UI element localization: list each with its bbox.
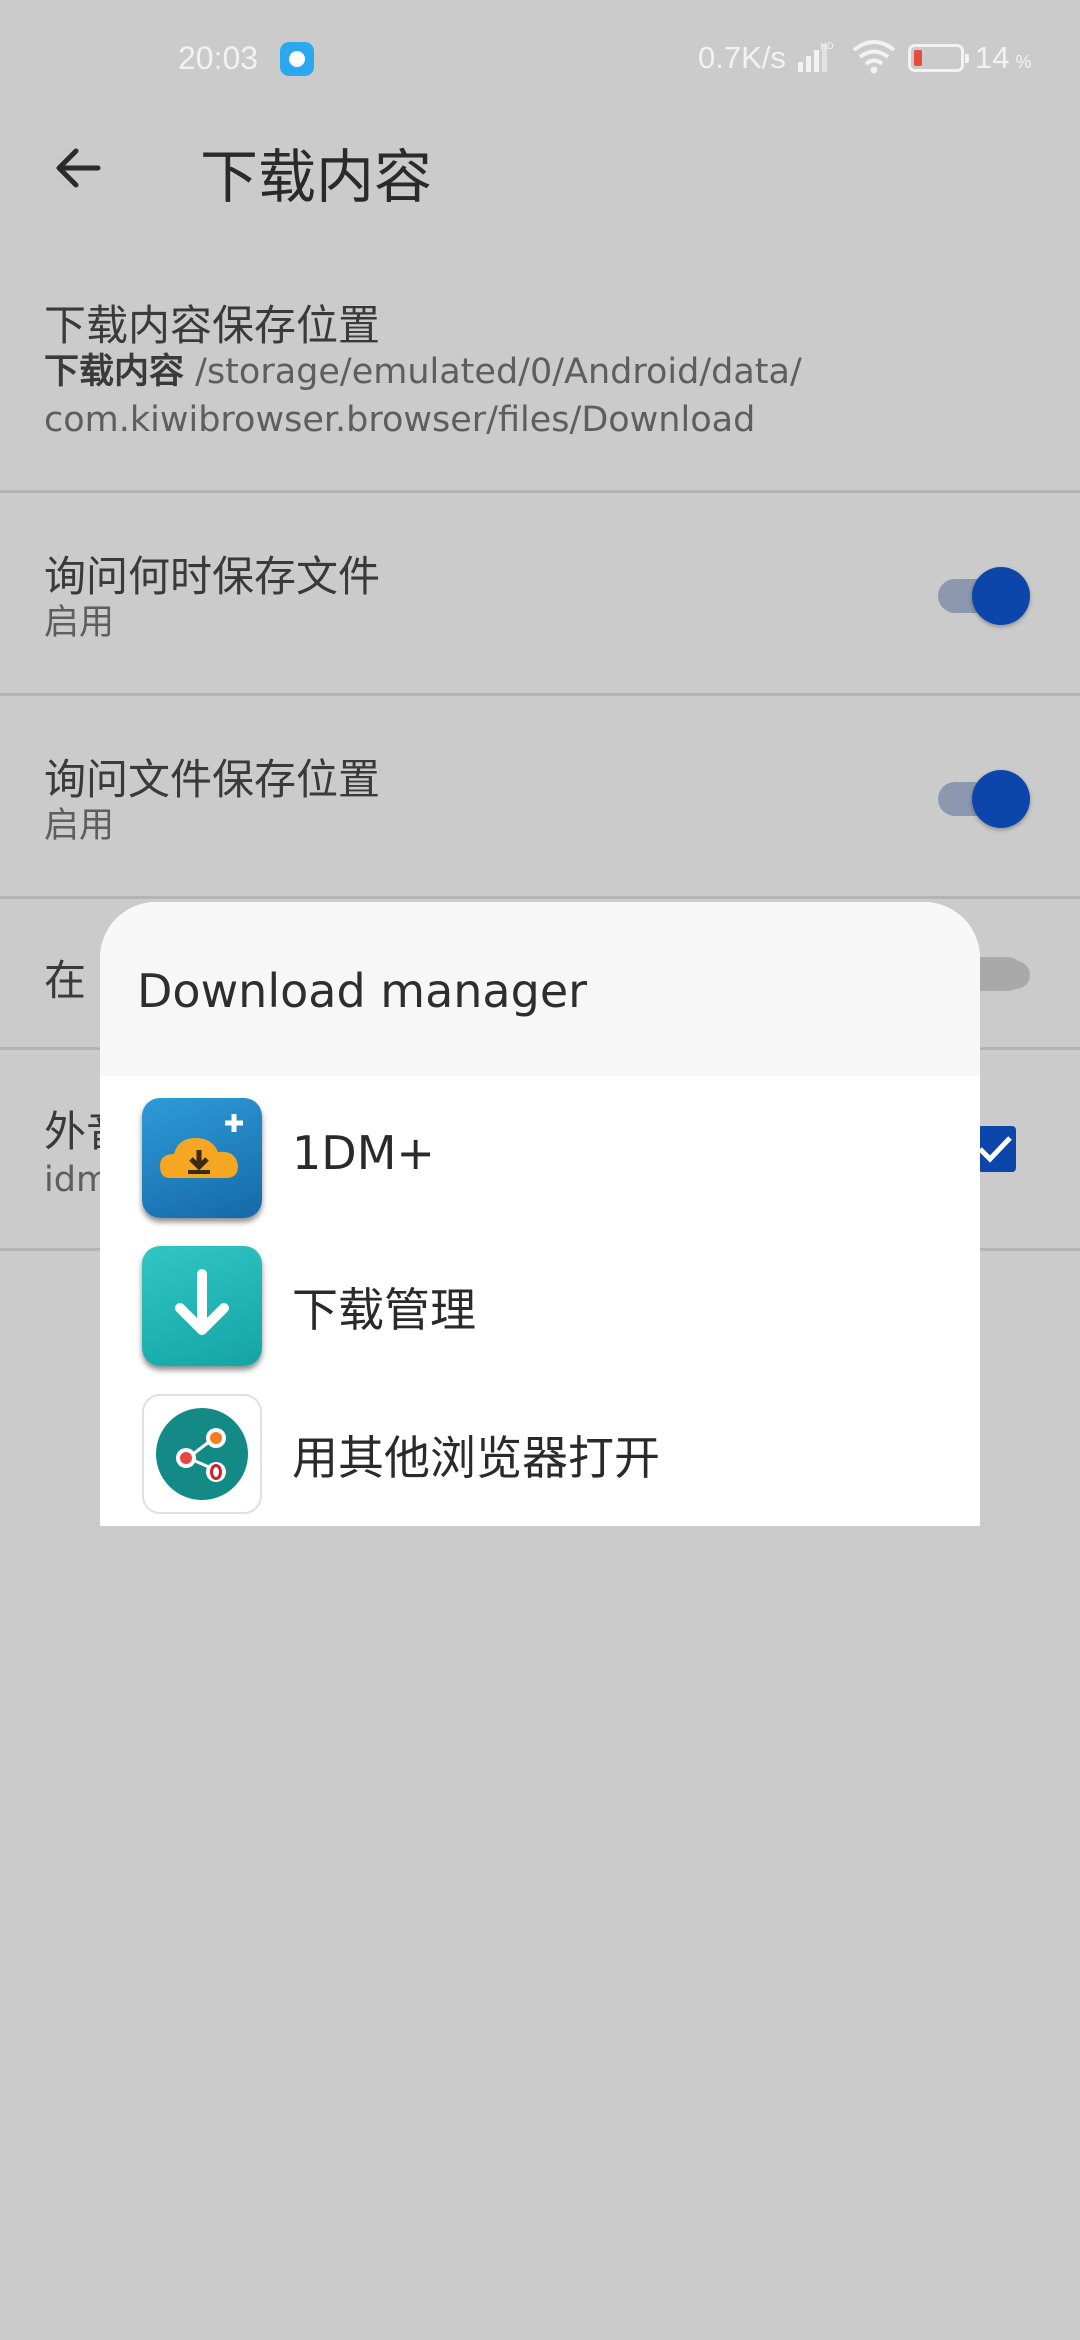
list-item-1dm-plus[interactable]: 1DM+ (100, 1088, 980, 1234)
status-time: 20:03 (178, 40, 259, 76)
item-label: 下载管理 (292, 1283, 476, 1337)
item-label: 用其他浏览器打开 (292, 1431, 660, 1485)
list-item-open-other-browser[interactable]: 用其他浏览器打开 (100, 1384, 980, 1526)
toggle-thumb (972, 567, 1030, 625)
path-line-2: com.kiwibrowser.browser/files/Download (44, 400, 756, 440)
toggle-thumb (972, 770, 1030, 828)
setting-ask-where-save[interactable]: 询问文件保存位置 启用 (0, 696, 1080, 896)
setting-title: 下载内容保存位置 (44, 301, 381, 350)
signal-hd-icon: HD (798, 42, 834, 72)
setting-title: 询问文件保存位置 (44, 755, 381, 804)
network-speed: 0.7K/s (698, 40, 786, 75)
path-line-1: /storage/emulated/0/Android/data/ (195, 352, 802, 392)
app-notification-icon (280, 42, 314, 76)
item-label: 1DM+ (292, 1126, 435, 1180)
ask-where-toggle[interactable] (938, 768, 1030, 828)
setting-subtitle: 启用 (44, 603, 115, 643)
path-label: 下载内容 (44, 352, 185, 392)
page-title: 下载内容 (200, 143, 433, 211)
battery-percent: 14% (975, 40, 1032, 75)
wifi-icon (852, 40, 896, 74)
1dm-plus-app-icon (142, 1098, 262, 1218)
svg-text:HD: HD (820, 42, 834, 52)
dialog-title: Download manager (137, 964, 588, 1018)
external-downloader-checkbox[interactable] (978, 1126, 1016, 1172)
setting-subtitle: 启用 (44, 806, 115, 846)
download-manager-app-icon (142, 1246, 262, 1366)
toggle-thumb (1002, 961, 1030, 989)
battery-low-icon (908, 44, 969, 72)
open-with-other-browser-icon (142, 1394, 262, 1514)
dialog-header: Download manager (100, 902, 980, 1076)
list-item-download-manager[interactable]: 下载管理 (100, 1236, 980, 1382)
download-manager-dialog: Download manager 1DM+ 下载管理 用其他浏览器打开 (100, 902, 980, 1526)
setting-path: 下载内容 /storage/emulated/0/Android/data/ c… (44, 348, 802, 444)
ask-when-toggle[interactable] (938, 565, 1030, 625)
arrow-left-icon[interactable] (48, 138, 108, 198)
status-bar: 20:03 0.7K/s HD 14% (0, 0, 1080, 120)
setting-title: 在 (44, 956, 87, 1005)
setting-title: 询问何时保存文件 (44, 552, 381, 601)
setting-ask-when-save[interactable]: 询问何时保存文件 启用 (0, 493, 1080, 693)
setting-download-location[interactable]: 下载内容保存位置 下载内容 /storage/emulated/0/Androi… (0, 270, 1080, 490)
